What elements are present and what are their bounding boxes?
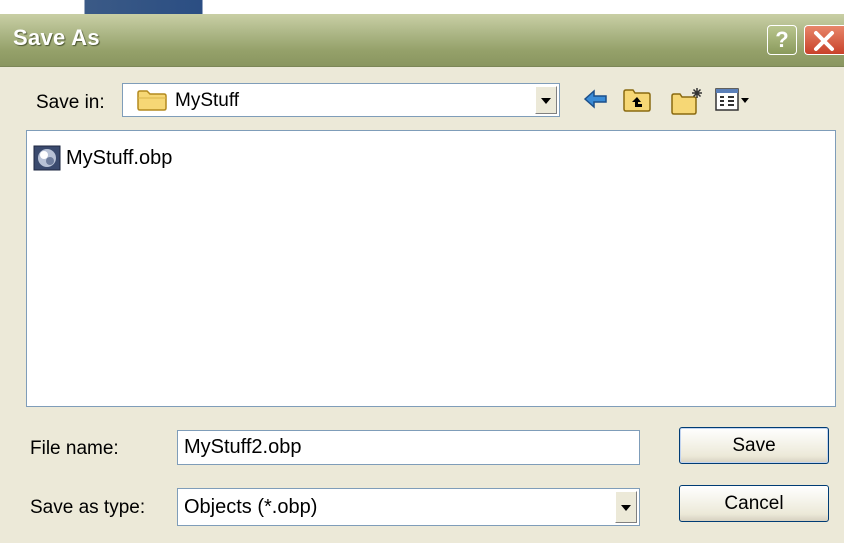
help-button[interactable]: ? [767,25,797,55]
obp-file-icon [33,145,61,171]
file-name-input[interactable] [177,430,640,465]
views-menu-icon[interactable] [715,87,751,113]
back-arrow-icon[interactable] [583,87,609,111]
help-icon: ? [775,27,789,52]
dialog-title: Save As [13,25,100,50]
folder-icon [137,90,167,111]
file-item-name: MyStuff.obp [66,147,173,169]
save-as-type-dropdown[interactable]: Objects (*.obp) [177,488,640,526]
save-as-type-value: Objects (*.obp) [184,496,318,518]
close-button[interactable] [804,25,844,55]
save-in-dropdown[interactable]: MyStuff [122,83,560,117]
up-one-level-icon[interactable] [622,87,652,113]
save-button[interactable]: Save [679,427,829,464]
save-as-type-label: Save as type: [30,497,146,518]
save-in-value: MyStuff [175,90,240,111]
new-folder-icon[interactable] [670,87,704,115]
background-window-strip [0,0,844,14]
file-name-label: File name: [30,438,119,459]
save-as-type-dropdown-button[interactable] [615,491,637,523]
file-list[interactable]: MyStuff.obp [26,130,836,407]
close-icon [814,31,834,51]
save-in-dropdown-button[interactable] [535,86,557,114]
save-in-label: Save in: [36,92,105,113]
title-bar[interactable]: Save As ? [0,14,844,67]
cancel-button[interactable]: Cancel [679,485,829,522]
